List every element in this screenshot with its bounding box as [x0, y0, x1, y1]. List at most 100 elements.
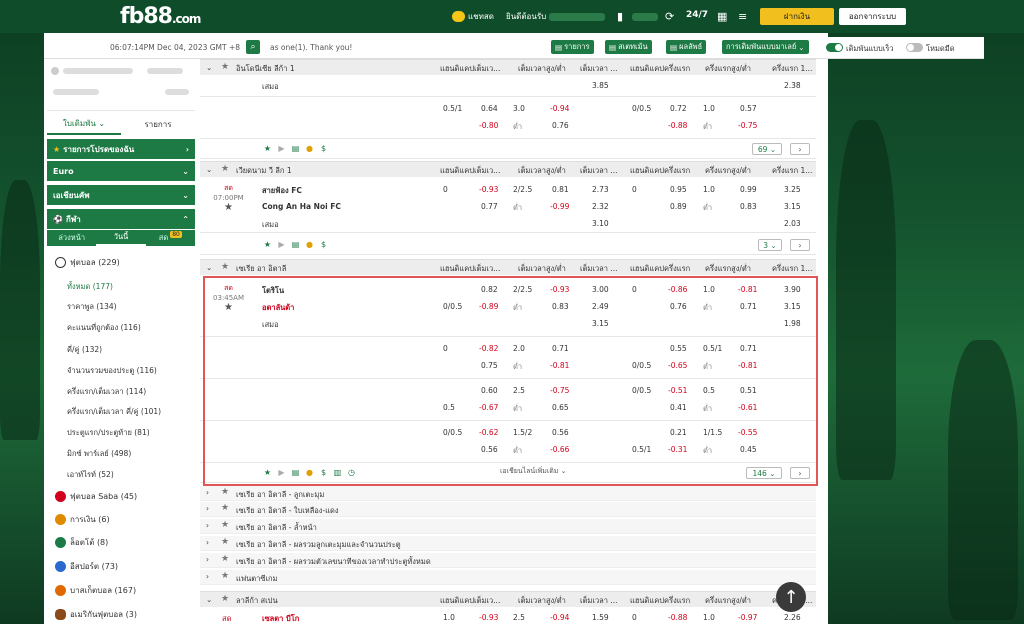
odds-cell[interactable]: 0.71: [740, 302, 757, 311]
football-item[interactable]: จำนวนรวมของประตู (116): [67, 365, 157, 377]
odds-cell[interactable]: 0.75: [481, 361, 498, 370]
odds-cell[interactable]: 0.89: [670, 202, 687, 211]
odds-cell[interactable]: -0.67: [479, 403, 498, 412]
league-header[interactable]: ⌄ ★ ลาลีก้า สเปน แฮนดิแคปเต็มเว... เต็มเ…: [200, 591, 816, 607]
odds-cell[interactable]: -0.51: [668, 386, 687, 395]
odds-cell[interactable]: -0.94: [550, 104, 569, 113]
bet-type-dropdown[interactable]: การเดิมพันแบบมาเลย์ ⌄: [722, 40, 809, 54]
sidebar-item-football[interactable]: ฟุตบอล (229): [47, 252, 195, 272]
odds-cell[interactable]: 0.76: [552, 121, 569, 130]
odds-cell[interactable]: 3.15: [784, 202, 801, 211]
sidebar-section-sports[interactable]: ⚽ กีฬา ⌃: [47, 209, 195, 229]
odds-cell[interactable]: 0.55: [670, 344, 687, 353]
odds-cell[interactable]: 3.15: [784, 302, 801, 311]
dollar-icon[interactable]: $: [318, 467, 329, 478]
odds-cell[interactable]: 0.56: [481, 445, 498, 454]
odds-cell[interactable]: 2.32: [592, 202, 609, 211]
odds-cell[interactable]: 0.71: [740, 344, 757, 353]
odds-cell[interactable]: -0.80: [479, 121, 498, 130]
star-icon[interactable]: ★: [221, 164, 229, 174]
star-icon[interactable]: ★: [200, 202, 257, 213]
odds-cell[interactable]: -0.93: [550, 285, 569, 294]
sidebar-item-finance[interactable]: การเงิน (6): [47, 509, 195, 529]
wallet-icon[interactable]: ▮: [617, 10, 623, 23]
more-bets-button[interactable]: 146 ⌄: [746, 467, 782, 479]
sidebar-item-basketball[interactable]: บาสเก็ตบอล (167): [47, 580, 195, 600]
star-icon[interactable]: ★: [262, 239, 273, 250]
odds-cell[interactable]: -0.93: [479, 613, 498, 622]
odds-cell[interactable]: 0.65: [552, 403, 569, 412]
results-button[interactable]: ▤ ผลลัพธ์: [666, 40, 707, 54]
sidebar-item-esports[interactable]: อีสปอร์ต (73): [47, 556, 195, 576]
football-item[interactable]: ราคาพูล (134): [67, 301, 117, 313]
sidebar-item-lotto[interactable]: ล็อตโต้ (8): [47, 532, 195, 552]
odds-cell[interactable]: 0.41: [670, 403, 687, 412]
odds-cell[interactable]: -0.81: [738, 285, 757, 294]
star-icon[interactable]: ★: [262, 143, 273, 154]
odds-cell[interactable]: -0.99: [550, 202, 569, 211]
odds-cell[interactable]: 0.51: [740, 386, 757, 395]
odds-cell[interactable]: 3.10: [592, 219, 609, 228]
odds-cell[interactable]: -0.82: [479, 344, 498, 353]
list-icon[interactable]: ≡: [738, 10, 747, 23]
collapsed-league[interactable]: › ★ เซเรีย อา อิตาลี - ใบเหลือง-แดง: [200, 502, 816, 517]
odds-cell[interactable]: -0.81: [738, 361, 757, 370]
stats-icon[interactable]: ▤: [290, 467, 301, 478]
odds-cell[interactable]: 0.60: [481, 386, 498, 395]
football-item-all[interactable]: ทั้งหมด (177): [67, 281, 113, 293]
odds-cell[interactable]: -0.93: [479, 185, 498, 194]
odds-cell[interactable]: 3.85: [592, 81, 609, 90]
dark-mode-toggle[interactable]: [906, 43, 923, 52]
odds-cell[interactable]: 2.73: [592, 185, 609, 194]
odds-cell[interactable]: 2.49: [592, 302, 609, 311]
odds-cell[interactable]: 0.82: [481, 285, 498, 294]
odds-cell[interactable]: 2.26: [784, 613, 801, 622]
odds-cell[interactable]: -0.62: [479, 428, 498, 437]
tab-bets[interactable]: ใบเดิมพัน ⌄: [47, 113, 121, 135]
odds-cell[interactable]: -0.88: [668, 613, 687, 622]
collapsed-league[interactable]: › ★ เซเรีย อา อิตาลี - ลูกเตะมุม: [200, 486, 816, 501]
sidebar-section-favorites[interactable]: ★ รายการโปรดของฉัน ›: [47, 139, 195, 159]
odds-cell[interactable]: -0.61: [738, 403, 757, 412]
tab-today[interactable]: วันนี้: [96, 230, 146, 246]
chevron-right-icon[interactable]: ›: [790, 467, 810, 479]
league-header[interactable]: ⌄ ★ อินโดนีเซีย ลีก้า 1 แฮนดิแคปเต็มเว..…: [200, 59, 816, 75]
odds-cell[interactable]: 1.98: [784, 319, 801, 328]
star-icon[interactable]: ★: [221, 594, 229, 604]
odds-cell[interactable]: -0.75: [550, 386, 569, 395]
odds-cell[interactable]: 2.03: [784, 219, 801, 228]
sidebar-section-asian-cup[interactable]: เอเชียนคัพ ⌄: [47, 185, 195, 205]
logo[interactable]: fb88.com: [120, 4, 201, 29]
football-item[interactable]: มิกซ์ พาร์เลย์ (498): [67, 448, 131, 460]
football-item[interactable]: ครึ่งแรก/เต็มเวลา คี่/คู่ (101): [67, 406, 161, 418]
tab-early[interactable]: ล่วงหน้า: [47, 230, 96, 246]
sidebar-item-saba[interactable]: ฟุตบอล Saba (45): [47, 486, 195, 506]
odds-cell[interactable]: 0.72: [670, 104, 687, 113]
more-bets-button[interactable]: 3 ⌄: [758, 239, 782, 251]
search-button[interactable]: ⌕: [246, 40, 260, 54]
odds-cell[interactable]: -0.66: [550, 445, 569, 454]
star-icon[interactable]: ★: [221, 62, 229, 72]
collapsed-league[interactable]: › ★ แฟนตาซีเกม: [200, 570, 816, 585]
odds-cell[interactable]: 0.81: [552, 185, 569, 194]
odds-cell[interactable]: -0.86: [668, 285, 687, 294]
calculator-icon[interactable]: ▦: [717, 10, 727, 23]
scroll-to-top-button[interactable]: ↑: [776, 582, 806, 612]
football-item[interactable]: เอาท์ไรท์ (52): [67, 469, 114, 481]
stats-icon[interactable]: ▤: [290, 239, 301, 250]
odds-cell[interactable]: -0.75: [738, 121, 757, 130]
logout-button[interactable]: ออกจากระบบ: [839, 8, 906, 25]
football-item[interactable]: คี่/คู่ (132): [67, 344, 102, 356]
odds-cell[interactable]: -0.97: [738, 613, 757, 622]
odds-cell[interactable]: 1.59: [592, 613, 609, 622]
deposit-button[interactable]: ฝากเงิน: [760, 8, 834, 25]
coin-icon[interactable]: ●: [304, 467, 315, 478]
odds-cell[interactable]: 0.77: [481, 202, 498, 211]
chevron-right-icon[interactable]: ›: [790, 239, 810, 251]
sidebar-item-american-football[interactable]: อเมริกันฟุตบอล (3): [47, 604, 195, 624]
quick-bet-toggle[interactable]: [826, 43, 843, 52]
dollar-icon[interactable]: $: [318, 239, 329, 250]
odds-cell[interactable]: -0.31: [668, 445, 687, 454]
collapsed-league[interactable]: › ★ เซเรีย อา อิตาลี - ผลรวมลูกเตะมุมและจำ…: [200, 536, 816, 551]
statement-button[interactable]: ▤ สเตทเม้น: [605, 40, 652, 54]
